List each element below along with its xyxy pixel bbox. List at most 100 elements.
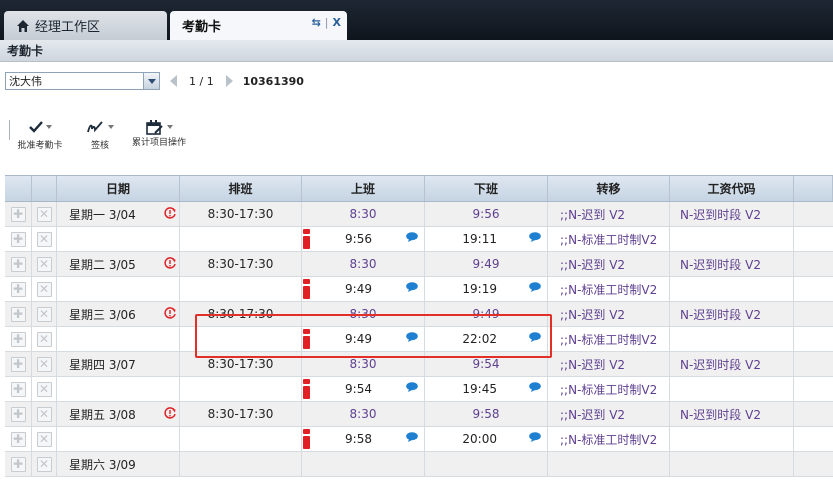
schedule-cell[interactable] bbox=[180, 327, 302, 351]
add-punch-button[interactable]: ✚ bbox=[10, 281, 26, 297]
comment-icon[interactable] bbox=[529, 282, 541, 292]
in-punch-cell[interactable]: 9:58 bbox=[302, 427, 425, 451]
in-punch-cell[interactable]: 8:30 bbox=[302, 352, 425, 376]
date-cell[interactable] bbox=[57, 377, 180, 401]
transfer-cell[interactable]: ;;N-标准工时制V2 bbox=[548, 327, 670, 351]
exception-icon[interactable] bbox=[303, 329, 310, 349]
table-row-punch[interactable]: ✚ ✕ 9:49 22:02 ;;N-标准工时制V2 bbox=[5, 327, 833, 352]
add-punch-button[interactable]: ✚ bbox=[10, 306, 26, 322]
schedule-cell[interactable] bbox=[180, 227, 302, 251]
column-header-in[interactable]: 上班 bbox=[302, 176, 425, 201]
schedule-cell[interactable]: 8:30-17:30 bbox=[180, 202, 302, 226]
cumulative-items-button[interactable]: 累计项目操作 bbox=[132, 116, 186, 149]
sign-off-button[interactable]: 签核 bbox=[80, 116, 120, 151]
out-punch-cell[interactable]: 20:00 bbox=[425, 427, 548, 451]
schedule-cell[interactable] bbox=[180, 427, 302, 451]
delete-punch-button[interactable]: ✕ bbox=[36, 206, 52, 222]
comment-icon[interactable] bbox=[529, 332, 541, 342]
close-icon[interactable]: X bbox=[333, 16, 341, 29]
table-row-punch[interactable]: ✚ ✕ 9:56 19:11 ;;N-标准工时制V2 bbox=[5, 227, 833, 252]
transfer-cell[interactable]: ;;N-迟到 V2 bbox=[548, 302, 670, 326]
column-header-paycode[interactable]: 工资代码 bbox=[670, 176, 794, 201]
transfer-cell[interactable]: ;;N-标准工时制V2 bbox=[548, 377, 670, 401]
in-punch-cell[interactable]: 9:54 bbox=[302, 377, 425, 401]
warning-icon[interactable] bbox=[163, 306, 177, 320]
in-punch-cell[interactable]: 9:49 bbox=[302, 327, 425, 351]
in-punch-cell[interactable] bbox=[302, 452, 425, 476]
date-cell[interactable]: 星期五 3/08 bbox=[57, 402, 180, 426]
table-row-punch[interactable]: ✚ ✕ 9:58 20:00 ;;N-标准工时制V2 bbox=[5, 427, 833, 452]
table-row-day[interactable]: ✚ ✕ 星期一 3/04 8:30-17:30 8:30 9:56 ;;N-迟到 V2 N-迟… bbox=[5, 202, 833, 227]
comment-icon[interactable] bbox=[406, 232, 418, 242]
schedule-cell[interactable]: 8:30-17:30 bbox=[180, 252, 302, 276]
exception-icon[interactable] bbox=[303, 429, 310, 449]
warning-icon[interactable] bbox=[163, 256, 177, 270]
transfer-cell[interactable]: ;;N-迟到 V2 bbox=[548, 202, 670, 226]
table-row-day[interactable]: ✚ ✕ 星期六 3/09 bbox=[5, 452, 833, 477]
column-header-schedule[interactable]: 排班 bbox=[180, 176, 302, 201]
warning-icon[interactable] bbox=[163, 406, 177, 420]
out-punch-cell[interactable]: 19:19 bbox=[425, 277, 548, 301]
column-header-out[interactable]: 下班 bbox=[425, 176, 548, 201]
delete-punch-button[interactable]: ✕ bbox=[36, 306, 52, 322]
date-cell[interactable]: 星期二 3/05 bbox=[57, 252, 180, 276]
add-punch-button[interactable]: ✚ bbox=[10, 456, 26, 472]
schedule-cell[interactable] bbox=[180, 452, 302, 476]
add-punch-button[interactable]: ✚ bbox=[10, 381, 26, 397]
transfer-cell[interactable]: ;;N-标准工时制V2 bbox=[548, 227, 670, 251]
schedule-cell[interactable] bbox=[180, 377, 302, 401]
comment-icon[interactable] bbox=[529, 432, 541, 442]
delete-punch-button[interactable]: ✕ bbox=[36, 406, 52, 422]
table-row-punch[interactable]: ✚ ✕ 9:49 19:19 ;;N-标准工时制V2 bbox=[5, 277, 833, 302]
add-punch-button[interactable]: ✚ bbox=[10, 406, 26, 422]
previous-employee-icon[interactable] bbox=[170, 75, 177, 87]
delete-punch-button[interactable]: ✕ bbox=[36, 456, 52, 472]
chevron-down-icon[interactable] bbox=[143, 73, 159, 89]
delete-punch-button[interactable]: ✕ bbox=[36, 231, 52, 247]
comment-icon[interactable] bbox=[529, 382, 541, 392]
schedule-cell[interactable]: 8:30-17:30 bbox=[180, 402, 302, 426]
paycode-cell[interactable] bbox=[670, 227, 794, 251]
transfer-cell[interactable]: ;;N-迟到 V2 bbox=[548, 352, 670, 376]
schedule-cell[interactable]: 8:30-17:30 bbox=[180, 352, 302, 376]
comment-icon[interactable] bbox=[406, 382, 418, 392]
approve-timecard-button[interactable]: 批准考勤卡 bbox=[14, 116, 66, 151]
date-cell[interactable] bbox=[57, 227, 180, 251]
table-row-day[interactable]: ✚ ✕ 星期二 3/05 8:30-17:30 8:30 9:49 ;;N-迟到 V2 N-迟… bbox=[5, 252, 833, 277]
warning-icon[interactable] bbox=[163, 206, 177, 220]
transfer-cell[interactable]: ;;N-标准工时制V2 bbox=[548, 277, 670, 301]
out-punch-cell[interactable] bbox=[425, 452, 548, 476]
in-punch-cell[interactable]: 8:30 bbox=[302, 402, 425, 426]
comment-icon[interactable] bbox=[406, 332, 418, 342]
table-row-day[interactable]: ✚ ✕ 星期三 3/06 8:30-17:30 8:30 9:49 ;;N-迟到 V2 N-迟… bbox=[5, 302, 833, 327]
out-punch-cell[interactable]: 22:02 bbox=[425, 327, 548, 351]
transfer-cell[interactable]: ;;N-迟到 V2 bbox=[548, 252, 670, 276]
add-punch-button[interactable]: ✚ bbox=[10, 231, 26, 247]
paycode-cell[interactable]: N-迟到时段 V2 bbox=[670, 252, 794, 276]
comment-icon[interactable] bbox=[406, 282, 418, 292]
add-punch-button[interactable]: ✚ bbox=[10, 331, 26, 347]
date-cell[interactable] bbox=[57, 277, 180, 301]
in-punch-cell[interactable]: 8:30 bbox=[302, 252, 425, 276]
exception-icon[interactable] bbox=[303, 229, 310, 249]
add-punch-button[interactable]: ✚ bbox=[10, 431, 26, 447]
in-punch-cell[interactable]: 9:56 bbox=[302, 227, 425, 251]
out-punch-cell[interactable]: 19:11 bbox=[425, 227, 548, 251]
paycode-cell[interactable]: N-迟到时段 V2 bbox=[670, 402, 794, 426]
out-punch-cell[interactable]: 9:58 bbox=[425, 402, 548, 426]
date-cell[interactable] bbox=[57, 327, 180, 351]
transfer-cell[interactable]: ;;N-标准工时制V2 bbox=[548, 427, 670, 451]
comment-icon[interactable] bbox=[406, 432, 418, 442]
exception-icon[interactable] bbox=[303, 279, 310, 299]
paycode-cell[interactable]: N-迟到时段 V2 bbox=[670, 302, 794, 326]
add-punch-button[interactable]: ✚ bbox=[10, 356, 26, 372]
table-row-punch[interactable]: ✚ ✕ 9:54 19:45 ;;N-标准工时制V2 bbox=[5, 377, 833, 402]
paycode-cell[interactable] bbox=[670, 452, 794, 476]
date-cell[interactable]: 星期四 3/07 bbox=[57, 352, 180, 376]
paycode-cell[interactable] bbox=[670, 427, 794, 451]
delete-punch-button[interactable]: ✕ bbox=[36, 431, 52, 447]
date-cell[interactable]: 星期三 3/06 bbox=[57, 302, 180, 326]
paycode-cell[interactable]: N-迟到时段 V2 bbox=[670, 202, 794, 226]
exception-icon[interactable] bbox=[303, 379, 310, 399]
paycode-cell[interactable]: N-迟到时段 V2 bbox=[670, 352, 794, 376]
